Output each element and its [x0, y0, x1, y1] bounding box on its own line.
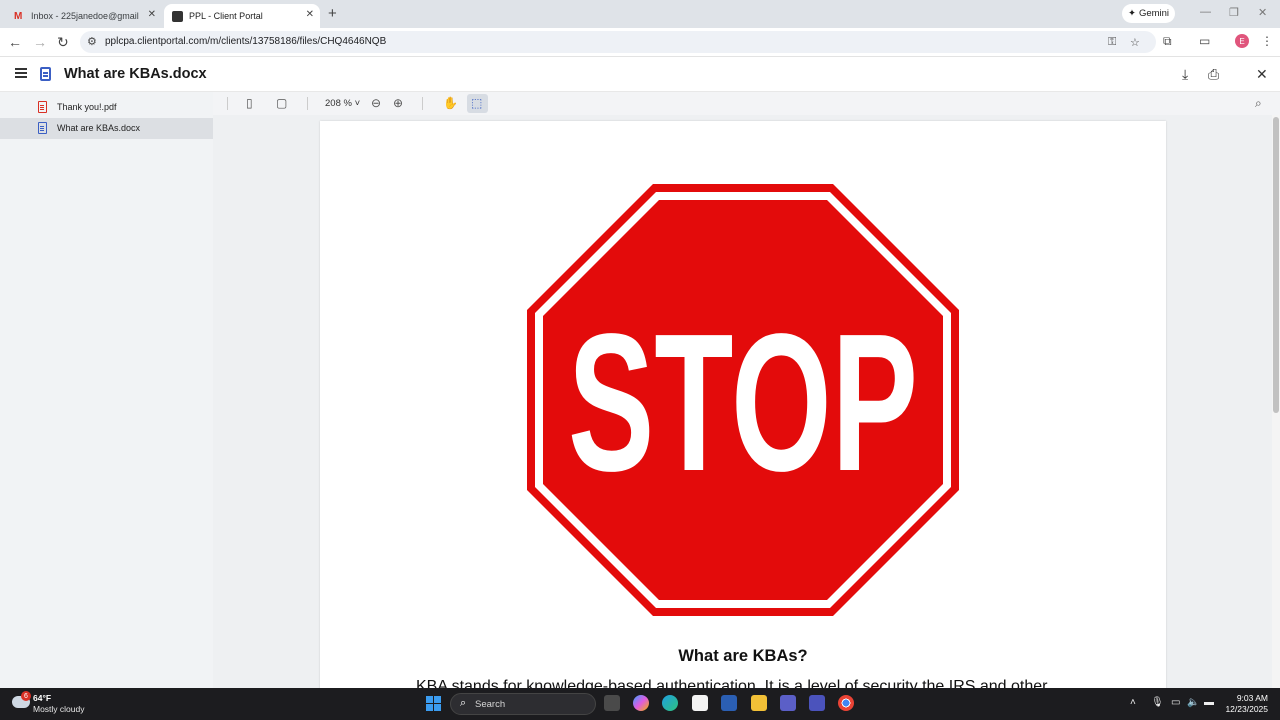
viewer-toolbar: ▯ ▢ 208 % ˅ ⊖ ⊕ ✋ ⬚ ⌕ — [213, 92, 1280, 115]
outlook-icon[interactable] — [721, 695, 737, 711]
tab-search-icon[interactable]: ▭ — [1199, 34, 1210, 48]
zoom-out-icon[interactable]: ⊖ — [371, 96, 381, 110]
file-item-thank-you[interactable]: Thank you!.pdf — [0, 97, 213, 118]
docx-file-icon — [38, 122, 47, 134]
hamburger-menu-icon[interactable] — [15, 68, 27, 78]
document-page: STOP What are KBAs? KBA stands for knowl… — [320, 121, 1166, 701]
teams-icon[interactable] — [780, 695, 796, 711]
tab-label: Inbox - 225janedoe@gmail.com — [31, 11, 139, 21]
password-key-icon[interactable]: ⚿ — [1108, 36, 1116, 49]
gmail-icon: M — [14, 10, 23, 22]
stop-sign-text: STOP — [568, 293, 918, 512]
divider — [227, 97, 228, 110]
battery-icon[interactable]: ▬ — [1204, 697, 1214, 708]
zoom-in-icon[interactable]: ⊕ — [393, 96, 403, 110]
tray-overflow-icon[interactable]: ˄ — [1130, 697, 1136, 708]
document-heading: What are KBAs? — [678, 647, 808, 665]
microphone-icon[interactable]: 🎙 — [1151, 697, 1164, 708]
weather-condition: Mostly cloudy — [33, 704, 85, 714]
divider — [307, 97, 308, 110]
pdf-file-icon — [38, 101, 47, 113]
gemini-button[interactable]: ✦ Gemini — [1122, 4, 1175, 23]
file-explorer-icon[interactable] — [751, 695, 767, 711]
app-header: What are KBAs.docx ⤓ ⎙ ✕ — [0, 57, 1280, 92]
divider — [422, 97, 423, 110]
extensions-icon[interactable]: ⧉ — [1163, 34, 1172, 49]
clock-date: 12/23/2025 — [1225, 704, 1268, 714]
address-toolbar: ← → ↻ ⚙ pplcpa.clientportal.com/m/client… — [0, 28, 1280, 57]
close-viewer-icon[interactable]: ✕ — [1256, 66, 1268, 83]
store-icon[interactable] — [692, 695, 708, 711]
windows-taskbar: 6 64°F Mostly cloudy ⌕ Search ˄ 🎙 ▭ 🔈 ▬ … — [0, 688, 1280, 720]
gemini-label: Gemini — [1138, 8, 1170, 19]
new-tab-button[interactable]: + — [328, 5, 337, 22]
windows-start-icon[interactable] — [426, 696, 441, 711]
document-title: What are KBAs.docx — [64, 66, 207, 82]
scrollbar-thumb[interactable] — [1273, 117, 1279, 413]
tab-gmail[interactable]: M Inbox - 225janedoe@gmail.com ✕ — [8, 4, 162, 28]
file-list-sidebar: Thank you!.pdf What are KBAs.docx — [0, 92, 213, 688]
print-icon[interactable]: ⎙ — [1208, 66, 1219, 83]
teams-work-icon[interactable] — [809, 695, 825, 711]
zoom-select[interactable]: 208 % ˅ — [325, 98, 360, 109]
page-view-icon[interactable]: ▢ — [276, 96, 287, 110]
document-icon — [40, 67, 51, 81]
file-name: What are KBAs.docx — [57, 123, 141, 133]
network-icon[interactable]: ▭ — [1171, 697, 1180, 708]
reload-icon[interactable]: ↻ — [57, 34, 69, 51]
profile-avatar[interactable]: E — [1235, 34, 1249, 48]
document-viewer: ▯ ▢ 208 % ˅ ⊖ ⊕ ✋ ⬚ ⌕ STOP What are KBAs… — [213, 92, 1280, 701]
menu-kebab-icon[interactable]: ⋮ — [1261, 34, 1273, 48]
selection-tool-glyph-icon: ⬚ — [471, 96, 483, 110]
hand-tool-icon[interactable]: ✋ — [443, 96, 458, 110]
chrome-icon[interactable] — [838, 695, 854, 711]
search-document-icon[interactable]: ⌕ — [1255, 96, 1262, 111]
omnibox[interactable]: ⚙ pplcpa.clientportal.com/m/clients/1375… — [80, 31, 1156, 53]
search-placeholder: Search — [475, 699, 506, 710]
weather-badge: 6 — [21, 691, 31, 701]
tab-client-portal[interactable]: PPL - Client Portal ✕ — [164, 4, 320, 28]
portal-icon — [172, 10, 183, 22]
sidebar-toggle-icon[interactable]: ▯ — [246, 96, 253, 110]
back-icon[interactable]: ← — [8, 34, 22, 50]
task-view-icon[interactable] — [604, 695, 620, 711]
sparkle-icon: ✦ — [1127, 8, 1136, 19]
minimize-button[interactable]: — — [1200, 6, 1211, 18]
close-window-button[interactable]: ✕ — [1258, 6, 1267, 19]
edge-icon[interactable] — [662, 695, 678, 711]
file-item-what-are-kbas[interactable]: What are KBAs.docx — [0, 118, 213, 139]
search-icon: ⌕ — [460, 697, 467, 709]
vertical-scrollbar[interactable] — [1272, 115, 1280, 688]
url-text: pplcpa.clientportal.com/m/clients/137581… — [105, 36, 387, 47]
copilot-icon[interactable] — [633, 695, 649, 711]
browser-tab-strip: M Inbox - 225janedoe@gmail.com ✕ PPL - C… — [0, 0, 1280, 28]
volume-icon[interactable]: 🔈 — [1187, 697, 1199, 708]
restore-button[interactable]: ❐ — [1229, 6, 1239, 19]
bookmark-star-icon[interactable]: ☆ — [1130, 36, 1140, 49]
clock-time: 9:03 AM — [1236, 693, 1268, 703]
weather-temperature: 64°F — [33, 693, 52, 703]
close-tab-icon[interactable]: ✕ — [148, 9, 156, 20]
file-name: Thank you!.pdf — [57, 102, 117, 112]
download-icon[interactable]: ⤓ — [1182, 66, 1188, 83]
forward-icon[interactable]: → — [33, 34, 47, 50]
tab-label: PPL - Client Portal — [189, 11, 263, 21]
site-info-icon[interactable]: ⚙ — [87, 35, 97, 48]
close-tab-icon[interactable]: ✕ — [306, 9, 314, 20]
system-clock[interactable]: 9:03 AM 12/23/2025 — [1222, 693, 1268, 715]
zoom-value: 208 % — [325, 98, 352, 109]
stop-sign-image: STOP — [527, 184, 959, 616]
taskbar-search[interactable]: ⌕ Search — [450, 693, 596, 715]
